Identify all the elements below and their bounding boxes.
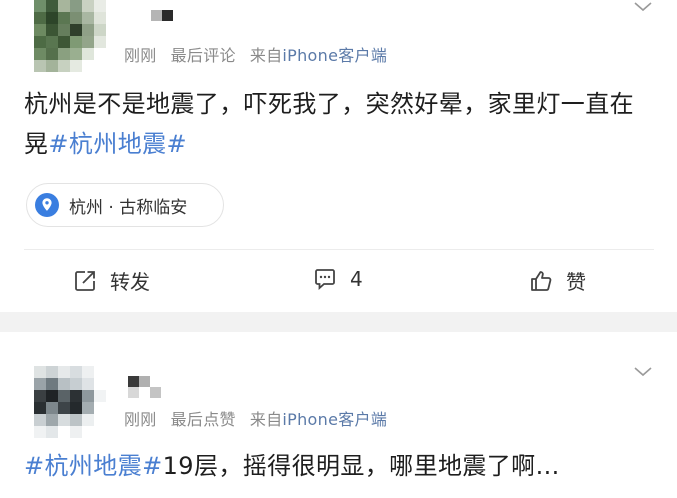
avatar[interactable] — [34, 366, 106, 438]
comment-count: 4 — [350, 267, 363, 291]
location-chip[interactable]: 杭州 · 古称临安 — [26, 183, 224, 227]
chevron-down-icon[interactable] — [634, 2, 652, 12]
location-label: 杭州 · 古称临安 — [69, 197, 188, 218]
post-text: 19层，摇得很明显，哪里地震了啊... — [162, 452, 560, 480]
feed-separator — [0, 312, 677, 332]
post-source[interactable]: iPhone客户端 — [282, 410, 387, 429]
post-meta: 刚刚 最后点赞 来自iPhone客户端 — [124, 406, 387, 430]
post-from-label: 来自 — [249, 46, 283, 65]
chevron-down-icon[interactable] — [634, 367, 652, 377]
location-pin-icon — [35, 193, 59, 217]
username-pixelated-row2 — [128, 387, 161, 398]
post-time: 刚刚 — [124, 410, 157, 429]
topic-hashtag[interactable]: #杭州地震# — [24, 452, 163, 480]
post-activity: 最后点赞 — [170, 410, 236, 429]
username-pixelated[interactable] — [128, 376, 150, 387]
avatar[interactable] — [34, 0, 106, 72]
action-bar: 转发 4 赞 — [0, 258, 677, 302]
repost-button[interactable]: 转发 — [72, 266, 150, 295]
post-meta: 刚刚 最后评论 来自iPhone客户端 — [124, 42, 387, 66]
post-activity: 最后评论 — [170, 46, 236, 65]
repost-icon — [75, 270, 95, 291]
thumbs-up-icon — [531, 270, 552, 291]
like-button[interactable]: 赞 — [528, 266, 586, 295]
post-content: 杭州是不是地震了，吓死我了，突然好晕，家里灯一直在晃#杭州地震# — [24, 84, 654, 164]
username-pixelated[interactable] — [140, 10, 173, 21]
divider — [24, 249, 654, 250]
post-content: #杭州地震#19层，摇得很明显，哪里地震了啊... — [24, 446, 560, 486]
post-source[interactable]: iPhone客户端 — [282, 46, 387, 65]
post-from-label: 来自 — [249, 410, 283, 429]
comment-button[interactable]: 4 — [312, 266, 363, 292]
comment-icon — [315, 269, 335, 291]
like-label: 赞 — [566, 270, 586, 294]
post-time: 刚刚 — [124, 46, 157, 65]
repost-label: 转发 — [110, 270, 150, 294]
post-card-1: 刚刚 最后评论 来自iPhone客户端 杭州是不是地震了，吓死我了，突然好晕，家里灯… — [0, 0, 677, 312]
topic-hashtag[interactable]: #杭州地震# — [48, 130, 187, 158]
